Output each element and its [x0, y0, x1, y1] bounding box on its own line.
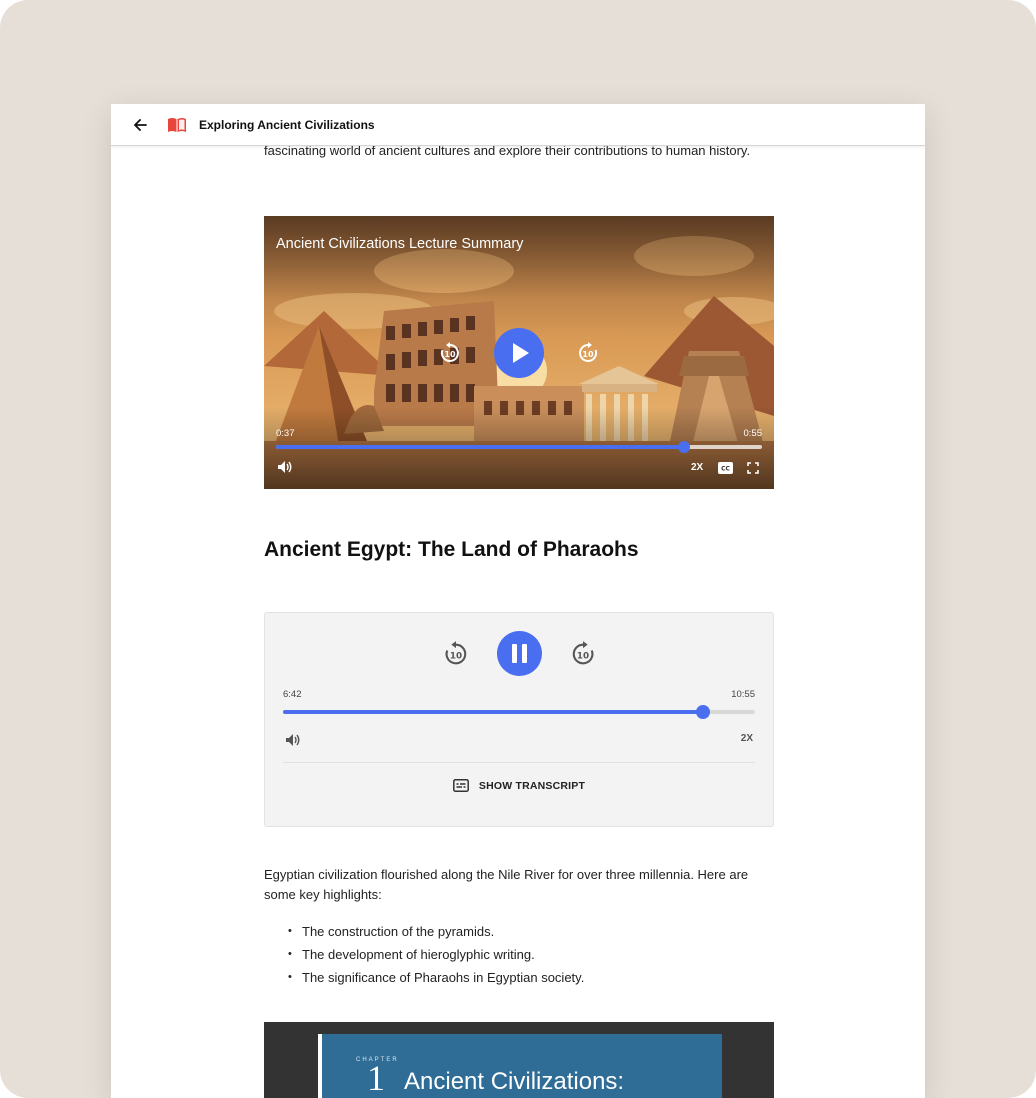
device-frame: Exploring Ancient Civilizations fascinat… [0, 0, 1036, 1098]
svg-text:10: 10 [577, 652, 589, 662]
audio-forward-10-button[interactable]: 10 [569, 640, 597, 673]
audio-divider [283, 762, 755, 763]
video-title: Ancient Civilizations Lecture Summary [276, 236, 524, 252]
page-title: Exploring Ancient Civilizations [199, 117, 375, 132]
audio-volume-button[interactable] [285, 733, 301, 752]
forward-10-icon: 10 [579, 342, 598, 362]
forward-10-icon: 10 [572, 641, 594, 665]
transcript-icon [452, 779, 469, 792]
audio-duration: 10:55 [731, 689, 755, 700]
show-transcript-button[interactable]: SHOW TRANSCRIPT [265, 779, 773, 792]
chapter-card: CHAPTER 1 Ancient Civilizations: [318, 1034, 722, 1098]
audio-seek-bar[interactable] [283, 705, 755, 719]
audio-speed-button[interactable]: 2X [741, 733, 753, 744]
video-duration: 0:55 [743, 428, 763, 439]
audio-rewind-10-button[interactable]: 10 [442, 640, 470, 673]
video-speed-button[interactable]: 2X [691, 462, 703, 473]
video-player[interactable]: Ancient Civilizations Lecture Summary 10 [264, 216, 774, 489]
show-transcript-label: SHOW TRANSCRIPT [478, 779, 586, 792]
chapter-preview-image: CHAPTER 1 Ancient Civilizations: [264, 1022, 774, 1098]
video-rewind-10-button[interactable]: 10 [438, 341, 462, 370]
svg-text:10: 10 [444, 350, 456, 359]
pause-icon [497, 631, 542, 676]
closed-captions-icon: CC [718, 462, 733, 474]
video-play-button[interactable] [494, 328, 544, 383]
volume-icon [286, 734, 300, 746]
app-window: Exploring Ancient Civilizations fascinat… [111, 104, 925, 1098]
video-forward-10-button[interactable]: 10 [576, 341, 600, 370]
list-item: The development of hieroglyphic writing. [288, 943, 584, 966]
play-icon [494, 328, 544, 378]
list-item: The construction of the pyramids. [288, 920, 584, 943]
chapter-number: 1 [367, 1058, 385, 1098]
video-seek-bar[interactable] [276, 441, 762, 453]
audio-seek-handle[interactable] [696, 705, 711, 719]
book-icon [167, 117, 187, 133]
svg-text:CC: CC [721, 466, 730, 473]
volume-icon [278, 461, 292, 473]
highlights-list: The construction of the pyramids. The de… [288, 920, 584, 989]
fullscreen-icon [747, 462, 759, 474]
back-button[interactable] [131, 116, 149, 134]
video-current-time: 0:37 [276, 428, 295, 439]
body-paragraph: Egyptian civilization flourished along t… [264, 867, 749, 902]
audio-player: 10 10 6:42 10:55 2X SHOW TRANSCRIPT [264, 612, 774, 827]
section-heading: Ancient Egypt: The Land of Pharaohs [264, 538, 639, 561]
audio-pause-button[interactable] [497, 631, 542, 681]
list-item: The significance of Pharaohs in Egyptian… [288, 966, 584, 989]
audio-current-time: 6:42 [283, 689, 302, 700]
svg-text:10: 10 [450, 652, 462, 662]
top-bar: Exploring Ancient Civilizations [111, 104, 925, 146]
chapter-title: Ancient Civilizations: [404, 1068, 625, 1095]
video-volume-button[interactable] [277, 460, 293, 479]
video-progress-fill [276, 445, 685, 449]
video-fullscreen-button[interactable] [747, 461, 759, 479]
svg-text:10: 10 [582, 350, 594, 359]
video-captions-button[interactable]: CC [718, 461, 733, 479]
rewind-10-icon: 10 [440, 342, 459, 362]
arrow-left-icon [134, 118, 147, 131]
audio-progress-fill [283, 710, 704, 714]
rewind-10-icon: 10 [445, 641, 467, 665]
